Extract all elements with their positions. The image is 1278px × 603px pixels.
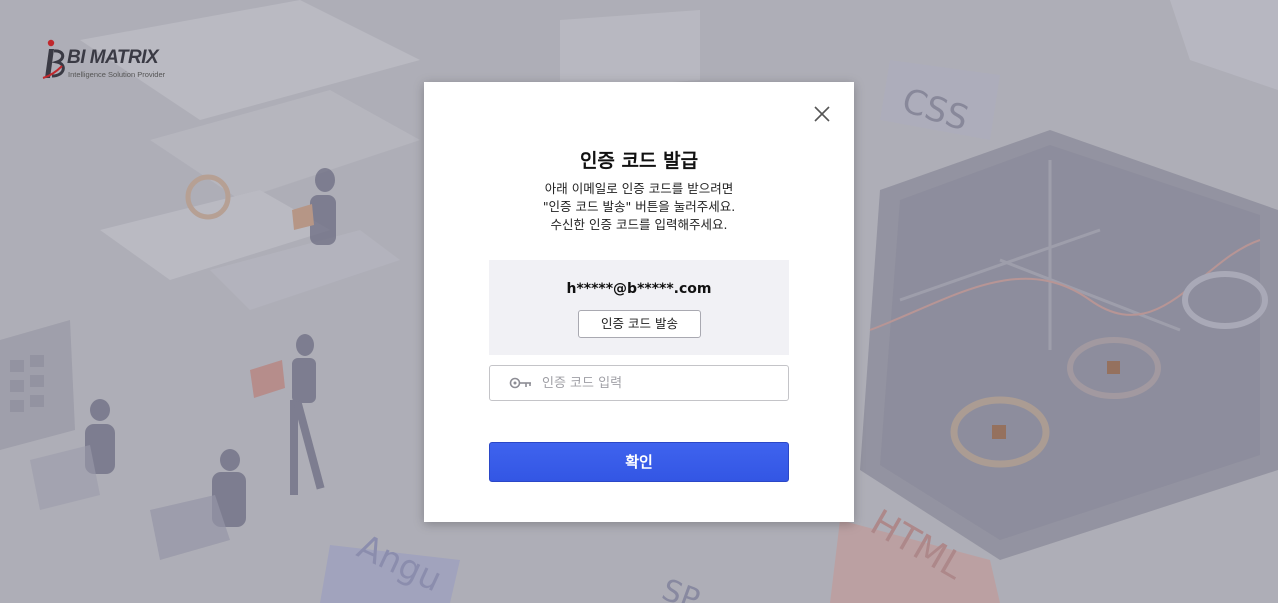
key-icon: [509, 377, 531, 389]
description-line: 수신한 인증 코드를 입력해주세요.: [550, 217, 728, 232]
modal-title: 인증 코드 발급: [579, 150, 699, 172]
logo-tagline: Intelligence Solution Provider: [68, 70, 166, 79]
verification-code-modal: 인증 코드 발급 아래 이메일로 인증 코드를 받으려면 "인증 코드 발송" …: [424, 82, 854, 522]
code-input-field[interactable]: [489, 365, 789, 401]
send-code-button[interactable]: 인증 코드 발송: [578, 310, 701, 338]
confirm-button[interactable]: 확인: [489, 442, 789, 482]
description-line: "인증 코드 발송" 버튼을 눌러주세요.: [542, 199, 736, 214]
close-button[interactable]: [813, 105, 831, 123]
masked-email: h*****@b*****.com: [566, 281, 712, 297]
login-screen: CSS HTML Angu SP BI MATRIX Intelligence …: [0, 0, 1278, 603]
bi-matrix-logo: BI MATRIX Intelligence Solution Provider: [40, 38, 190, 84]
modal-description: 아래 이메일로 인증 코드를 받으려면 "인증 코드 발송" 버튼을 눌러주세요…: [424, 180, 854, 234]
logo-brand-text: BI MATRIX: [67, 47, 159, 68]
description-line: 아래 이메일로 인증 코드를 받으려면: [544, 181, 734, 196]
email-panel: h*****@b*****.com 인증 코드 발송: [489, 260, 789, 355]
code-input[interactable]: [542, 367, 782, 399]
close-icon[interactable]: [813, 105, 831, 123]
logo-mark-icon: [42, 39, 65, 79]
